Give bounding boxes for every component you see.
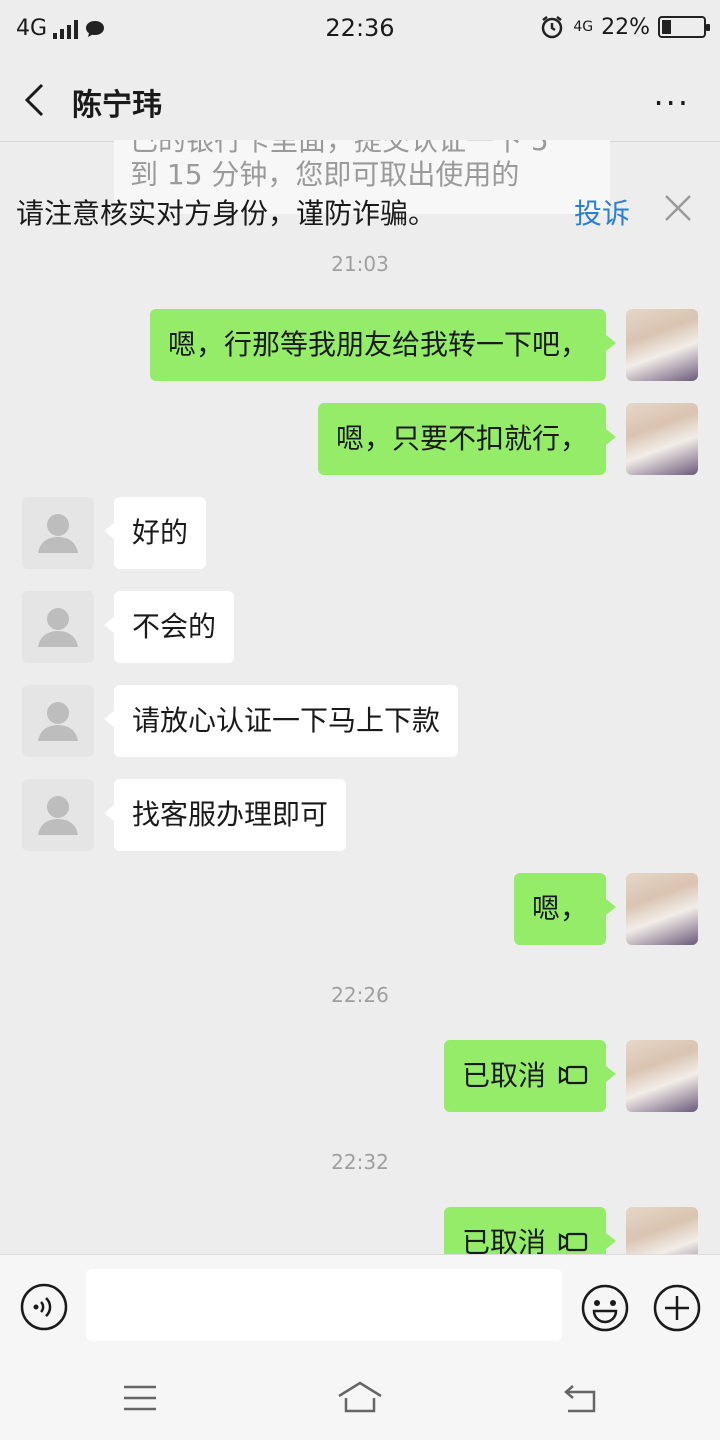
video-call-icon — [558, 1065, 588, 1085]
call-status-text: 已取消 — [461, 1059, 546, 1092]
chat-header: 陈宁玮 ··· — [0, 58, 720, 142]
my-avatar[interactable] — [626, 403, 698, 475]
back-arrow-icon[interactable] — [20, 82, 50, 118]
message-input[interactable] — [86, 1269, 562, 1341]
fraud-warning-banner: 请注意核实对方身份，谨防诈骗。 投诉 — [0, 184, 720, 240]
contact-name: 陈宁玮 — [72, 88, 162, 123]
fraud-warning-text: 请注意核实对方身份，谨防诈骗。 — [16, 197, 437, 230]
emoji-icon[interactable] — [580, 1283, 630, 1333]
report-link[interactable]: 投诉 — [574, 192, 630, 232]
menu-icon[interactable] — [122, 1384, 158, 1412]
status-bar: 4G 22:36 4G 22% — [0, 0, 720, 58]
battery-percent: 22% — [601, 14, 650, 40]
default-user-icon — [38, 608, 78, 647]
timestamp: 22:26 — [331, 983, 389, 1007]
video-call-icon — [558, 1232, 588, 1252]
voice-input-icon[interactable] — [20, 1283, 68, 1331]
more-options-button[interactable]: ··· — [653, 84, 690, 122]
home-icon[interactable] — [336, 1380, 384, 1414]
timestamp: 22:32 — [331, 1150, 389, 1174]
received-message[interactable]: 请放心认证一下马上下款 — [103, 685, 459, 757]
data-network: 4G — [573, 19, 594, 35]
scrolled-message-line-1: 已的银行卡里面，提交认证一下 5 — [130, 140, 549, 157]
alarm-icon — [542, 16, 563, 39]
system-navigation-bar — [0, 1356, 720, 1440]
battery-fill — [662, 20, 671, 34]
call-record-message[interactable]: 已取消 — [443, 1040, 617, 1112]
received-message[interactable]: 找客服办理即可 — [103, 779, 347, 851]
battery-icon — [658, 16, 710, 38]
contact-avatar[interactable] — [22, 591, 94, 663]
my-avatar[interactable] — [626, 1040, 698, 1112]
contact-avatar[interactable] — [22, 685, 94, 757]
default-user-icon — [38, 702, 78, 741]
back-icon[interactable] — [560, 1382, 598, 1414]
received-message[interactable]: 不会的 — [103, 591, 235, 663]
message-input-bar — [0, 1254, 720, 1356]
close-icon[interactable] — [662, 192, 694, 224]
add-more-icon[interactable] — [652, 1283, 702, 1333]
default-user-icon — [38, 796, 78, 835]
timestamp: 21:03 — [331, 252, 389, 276]
my-avatar[interactable] — [626, 309, 698, 381]
status-right: 4G 22% — [539, 14, 710, 40]
my-avatar[interactable] — [626, 873, 698, 945]
default-user-icon — [38, 514, 78, 553]
sent-message[interactable]: 嗯，只要不扣就行， — [317, 403, 617, 475]
contact-avatar[interactable] — [22, 497, 94, 569]
sent-message[interactable]: 嗯， — [513, 873, 617, 945]
sent-message[interactable]: 嗯，行那等我朋友给我转一下吧， — [149, 309, 617, 381]
received-message[interactable]: 好的 — [103, 497, 207, 569]
contact-avatar[interactable] — [22, 779, 94, 851]
